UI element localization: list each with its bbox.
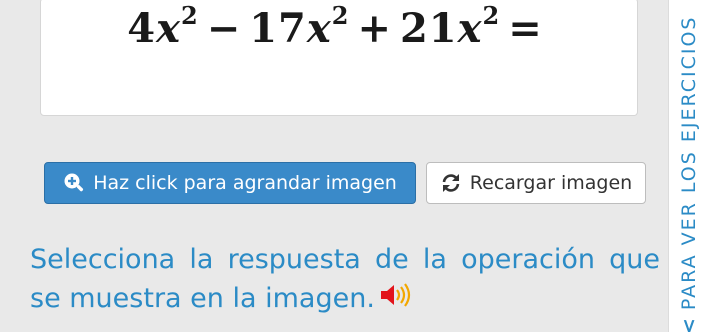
speaker-icon[interactable] (379, 280, 413, 319)
side-tab-label: PARA VER LOS EJERCICIOS (678, 15, 700, 311)
enlarge-image-button[interactable]: Haz click para agrandar imagen (44, 162, 416, 204)
reload-image-button[interactable]: Recargar imagen (426, 162, 646, 204)
enlarge-image-label: Haz click para agrandar imagen (93, 172, 397, 194)
instruction-text: Selecciona la respuesta de la operación … (30, 240, 660, 319)
side-tab-content: < PARA VER LOS EJERCICIOS (671, 4, 707, 332)
equation-term: 21x2 (399, 0, 501, 52)
exercises-side-tab[interactable]: < PARA VER LOS EJERCICIOS (668, 0, 709, 332)
reload-image-label: Recargar imagen (469, 172, 633, 194)
zoom-in-icon (63, 172, 85, 194)
equation-term: 4x2 (127, 0, 199, 52)
equation-operator: = (508, 5, 543, 52)
equation-term: 17x2 (249, 0, 350, 52)
equation-operator: + (357, 5, 392, 52)
refresh-icon (440, 172, 462, 194)
equation-image: 4x2−17x2 +21x2 = (127, 0, 550, 52)
equation-operator: − (206, 5, 242, 52)
exercise-image-card[interactable]: 4x2−17x2 +21x2 = (40, 0, 638, 116)
chevron-left-icon: < (678, 316, 700, 332)
